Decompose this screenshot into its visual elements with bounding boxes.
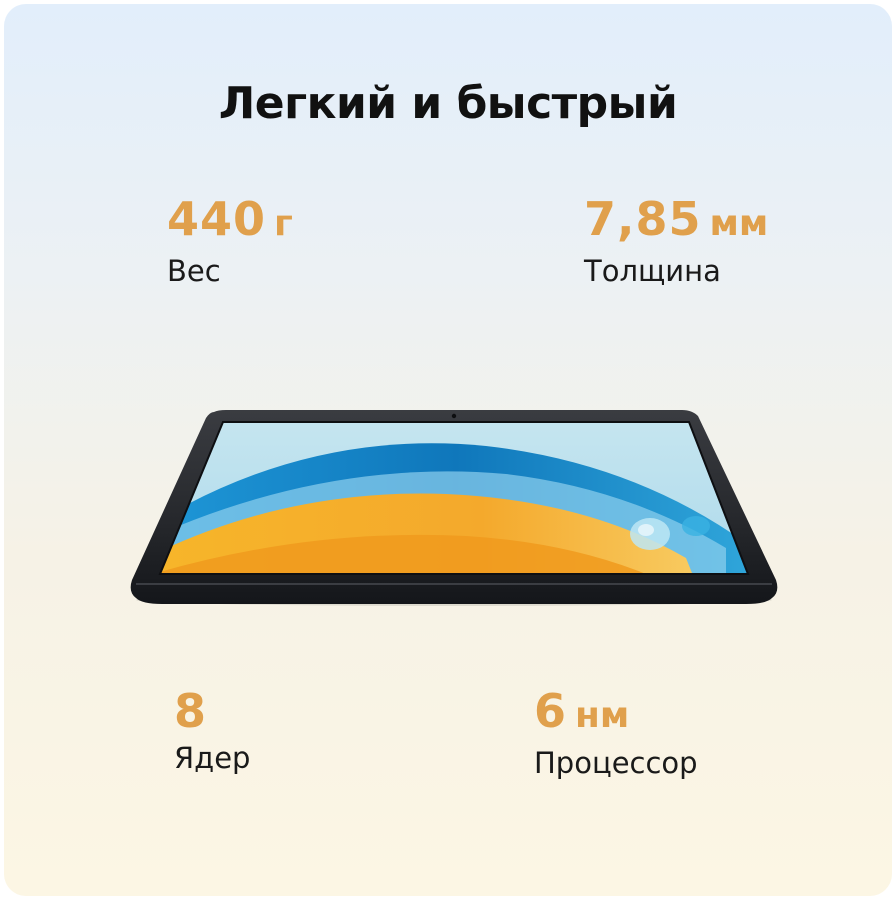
tablet-image	[126, 408, 782, 608]
camera-icon	[451, 413, 457, 419]
process-number: 6	[534, 684, 568, 738]
stat-thickness: 7,85 мм Толщина	[584, 192, 768, 289]
stat-cores-value: 8	[174, 684, 250, 738]
stat-cores-label: Ядер	[174, 741, 251, 775]
stat-weight-label: Вес	[167, 254, 221, 288]
stat-weight-value: 440 г	[167, 192, 293, 251]
stat-weight: 440 г Вес	[167, 192, 293, 289]
cores-number: 8	[174, 684, 208, 738]
stat-cores: 8 Ядер	[174, 684, 250, 776]
stat-process-label: Процессор	[534, 746, 698, 780]
promo-card: Легкий и быстрый 440 г Вес 7,85 мм Толщина	[4, 4, 892, 896]
thickness-number: 7,85	[584, 192, 702, 246]
headline: Легкий и быстрый	[218, 78, 678, 129]
tablet-illustration	[130, 410, 778, 606]
process-unit: нм	[575, 695, 630, 736]
stat-process: 6 нм Процессор	[534, 684, 698, 781]
stat-thickness-label: Толщина	[584, 254, 721, 288]
thickness-unit: мм	[709, 203, 769, 244]
weight-number: 440	[167, 192, 267, 246]
stat-thickness-value: 7,85 мм	[584, 192, 768, 251]
weight-unit: г	[274, 203, 293, 244]
stat-process-value: 6 нм	[534, 684, 698, 743]
